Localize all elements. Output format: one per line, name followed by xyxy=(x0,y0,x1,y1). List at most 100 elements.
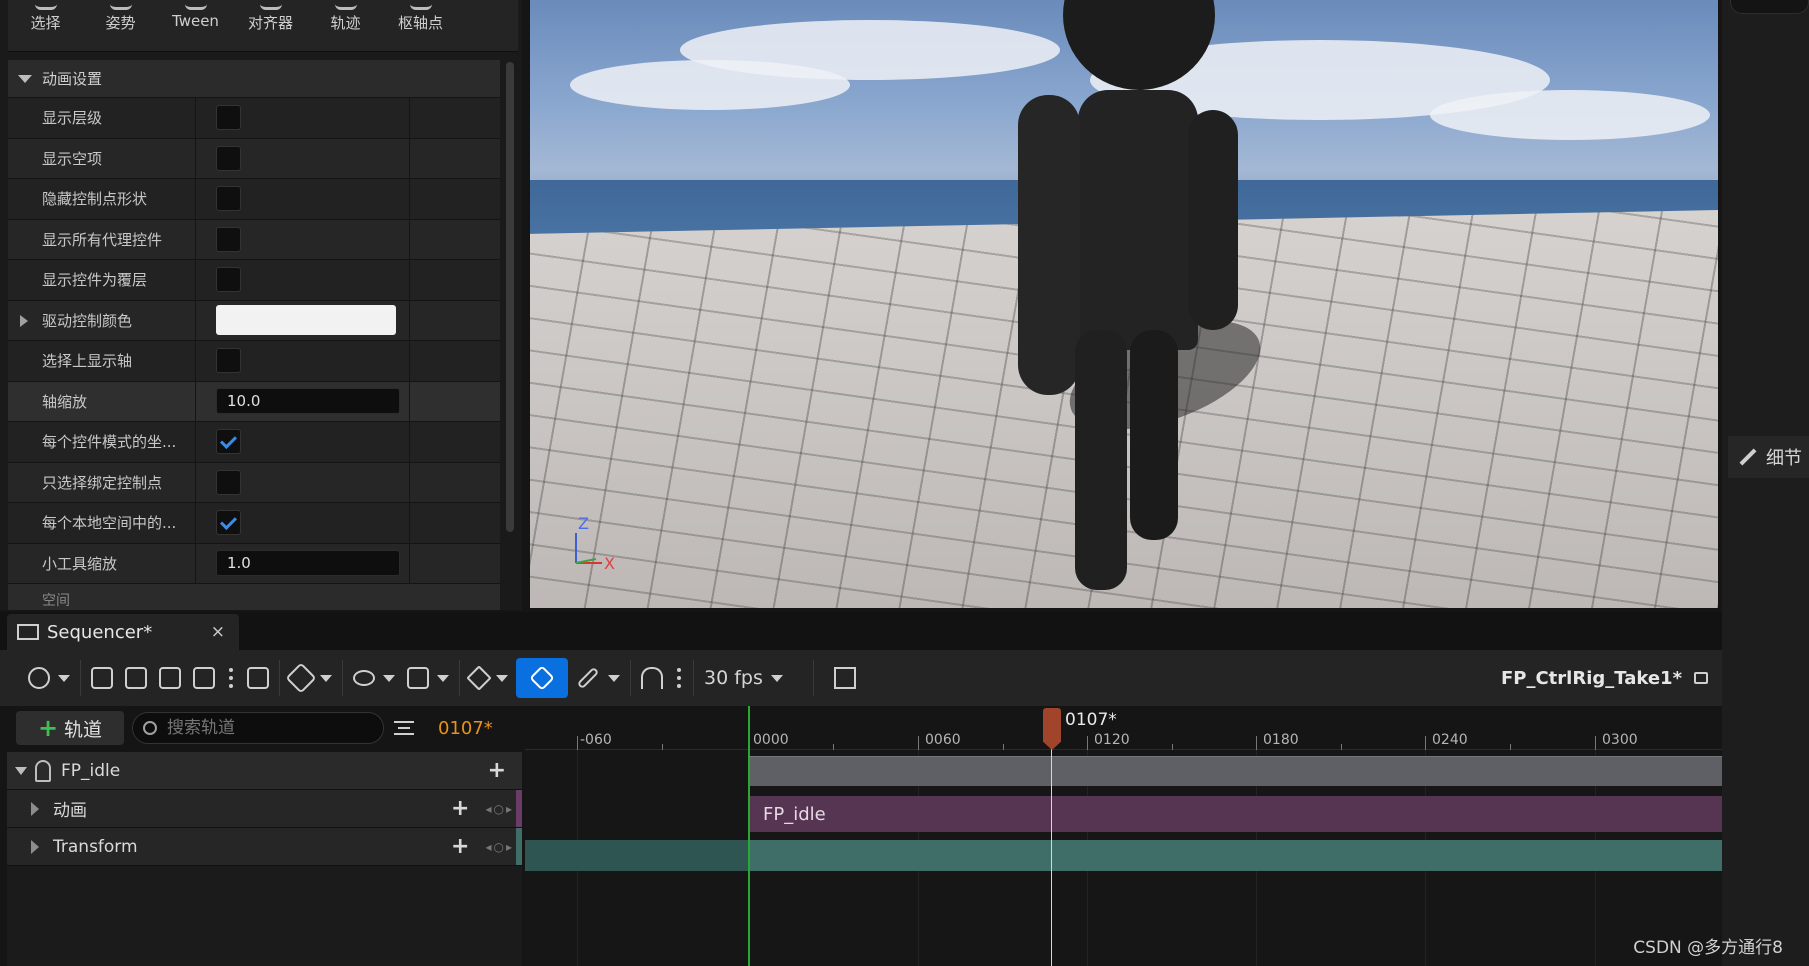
browse-button[interactable] xyxy=(125,658,147,698)
chevron-down-icon xyxy=(770,674,783,682)
expand-caret-icon[interactable] xyxy=(20,314,28,327)
section-header-animation-settings[interactable]: 动画设置 xyxy=(8,60,500,98)
section-header-space[interactable]: 空间 xyxy=(8,584,500,610)
track-label: Transform xyxy=(53,836,138,857)
auto-key-button[interactable] xyxy=(516,658,568,698)
transform-section[interactable] xyxy=(749,840,1722,871)
right-panel xyxy=(1722,0,1809,966)
ruler-tick xyxy=(918,736,919,750)
character-leg xyxy=(1130,330,1178,540)
property-label: 显示空项 xyxy=(8,138,196,178)
gizmo-scale-input[interactable]: 1.0 xyxy=(216,550,400,577)
view-options-button[interactable] xyxy=(353,658,395,698)
checkbox[interactable] xyxy=(216,105,241,131)
time-ruler[interactable]: -060 0000 0060 0120 0180 0240 0300 xyxy=(525,706,1722,750)
property-label: 只选择绑定控制点 xyxy=(8,462,196,502)
property-label: 每个本地空间中的... xyxy=(8,503,196,543)
curve-editor-button[interactable] xyxy=(833,658,856,698)
mode-trail-button[interactable]: 轨迹 xyxy=(308,0,383,52)
property-label: 小工具缩放 xyxy=(8,543,196,583)
key-navigation-icon[interactable]: ◂○▸ xyxy=(485,840,514,854)
checkbox-checked[interactable] xyxy=(216,429,241,455)
snap-button[interactable] xyxy=(641,658,663,698)
clapperboard-icon xyxy=(193,667,215,689)
mode-pose-button[interactable]: 姿势 xyxy=(83,0,158,52)
animation-section[interactable]: FP_idle xyxy=(749,796,1722,832)
more-options-icon[interactable] xyxy=(677,668,681,688)
actor-icon xyxy=(247,667,269,689)
track-row-transform[interactable]: Transform + ◂○▸ xyxy=(7,828,522,866)
property-row: 显示控件为覆层 xyxy=(8,260,500,301)
checkbox[interactable] xyxy=(216,145,241,171)
sequence-name[interactable]: FP_CtrlRig_Take1* xyxy=(1501,668,1682,689)
render-button[interactable] xyxy=(193,658,215,698)
chevron-down-icon xyxy=(437,674,449,682)
playback-options-button[interactable] xyxy=(407,658,449,698)
mode-snapper-button[interactable]: 对齐器 xyxy=(233,0,308,52)
close-icon[interactable]: × xyxy=(211,622,225,642)
filter-icon[interactable] xyxy=(394,721,414,735)
expand-caret-icon[interactable] xyxy=(31,839,39,854)
axis-scale-input[interactable]: 10.0 xyxy=(216,388,400,415)
edit-mode-button[interactable] xyxy=(576,658,620,698)
mode-tween-button[interactable]: Tween xyxy=(158,0,233,52)
checkbox[interactable] xyxy=(216,267,241,293)
playback-button[interactable] xyxy=(247,658,269,698)
mode-label: 选择 xyxy=(30,14,61,32)
select-icon xyxy=(34,0,57,10)
checkbox-checked[interactable] xyxy=(216,510,241,536)
axis-z-label: Z xyxy=(578,515,589,533)
ruler-label: 0060 xyxy=(925,732,961,748)
fp-idle-section-bar[interactable] xyxy=(749,756,1722,786)
collapse-caret-icon[interactable] xyxy=(15,766,27,775)
tools-button[interactable] xyxy=(285,658,332,698)
track-search-input[interactable] xyxy=(167,718,367,738)
key-navigation-icon[interactable]: ◂○▸ xyxy=(485,802,514,816)
add-subtrack-button[interactable]: + xyxy=(488,758,506,783)
divider xyxy=(693,660,694,696)
world-button[interactable] xyxy=(28,658,70,698)
expand-caret-icon[interactable] xyxy=(31,801,39,816)
chevron-down-icon xyxy=(383,674,395,682)
checkbox[interactable] xyxy=(216,348,241,374)
track-tree: FP_idle + 动画 + ◂○▸ Transform + ◂○▸ xyxy=(7,752,522,966)
checkbox[interactable] xyxy=(216,226,241,252)
framerate-dropdown[interactable]: 30 fps xyxy=(704,658,783,698)
camera-button[interactable] xyxy=(159,658,181,698)
color-swatch[interactable] xyxy=(216,305,396,336)
property-row: 驱动控制颜色 xyxy=(8,300,500,341)
chevron-down-icon xyxy=(496,674,508,682)
track-row-fp-idle[interactable]: FP_idle + xyxy=(7,752,522,790)
playhead-handle[interactable] xyxy=(1043,708,1061,750)
details-tab[interactable]: 细节 xyxy=(1728,436,1809,478)
property-label[interactable]: 驱动控制颜色 xyxy=(8,300,196,340)
folder-search-icon xyxy=(125,667,147,689)
sequencer-tab[interactable]: Sequencer* × xyxy=(7,614,239,650)
globe-icon xyxy=(28,667,50,689)
add-section-button[interactable]: + xyxy=(451,796,469,821)
character-arm xyxy=(1018,95,1080,395)
add-track-button[interactable]: + 轨道 xyxy=(16,711,124,745)
level-viewport[interactable]: Z X xyxy=(530,0,1718,608)
key-interpolation-button[interactable] xyxy=(466,658,508,698)
current-frame-field[interactable]: 0107* xyxy=(438,718,493,739)
details-search-input[interactable] xyxy=(1730,0,1809,14)
mode-pivot-button[interactable]: 枢轴点 xyxy=(383,0,458,52)
save-button[interactable] xyxy=(91,658,113,698)
animation-section-label: FP_idle xyxy=(763,803,826,825)
track-search-field[interactable] xyxy=(132,712,384,744)
checkbox[interactable] xyxy=(216,186,241,212)
more-options-icon[interactable] xyxy=(229,668,233,688)
ruler-tick xyxy=(577,736,578,750)
playback-start-marker[interactable] xyxy=(748,706,750,966)
mode-select-button[interactable]: 选择 xyxy=(8,0,83,52)
timeline-area[interactable]: -060 0000 0060 0120 0180 0240 0300 FP_id… xyxy=(525,706,1722,966)
track-row-animation[interactable]: 动画 + ◂○▸ xyxy=(7,790,522,828)
add-section-button[interactable]: + xyxy=(451,834,469,859)
lock-icon[interactable] xyxy=(1694,672,1708,684)
checkbox[interactable] xyxy=(216,469,241,495)
details-scrollbar[interactable] xyxy=(506,62,514,532)
mode-label: 姿势 xyxy=(105,14,136,32)
transform-infinite-extension xyxy=(525,840,749,871)
mode-label: 对齐器 xyxy=(247,14,293,32)
